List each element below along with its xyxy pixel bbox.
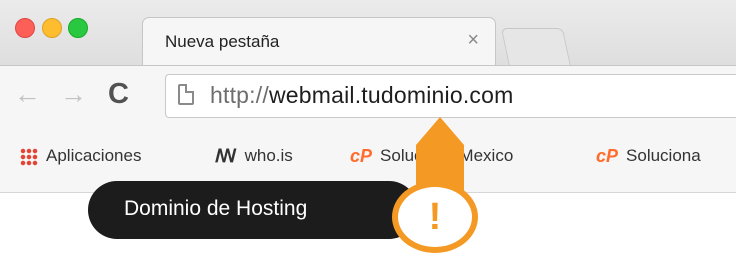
new-tab-button[interactable] [500,28,572,67]
callout-text: Dominio de Hosting [124,197,308,220]
address-bar[interactable]: http://webmail.tudominio.com [165,74,736,118]
reload-icon[interactable]: C [108,79,129,109]
tab-nueva-pestana[interactable]: Nueva pestaña × [142,17,496,66]
bookmark-label: Soluciona [626,146,701,165]
tab-title: Nueva pestaña [165,32,280,51]
alert-icon: ! [392,181,478,253]
tab-close-icon[interactable]: × [467,29,479,52]
forward-arrow-icon[interactable]: → [60,79,87,109]
bookmark-label: Aplicaciones [46,146,142,165]
bookmark-label: who.is [244,146,293,165]
back-arrow-icon[interactable]: ← [14,79,41,109]
cpanel-icon: cP [350,146,373,167]
address-url[interactable]: http://webmail.tudominio.com [210,82,513,109]
exclamation-icon: ! [428,195,442,238]
browser-toolbar: ← → C http://webmail.tudominio.com [0,65,736,126]
apps-grid-icon [20,147,38,166]
bookmark-whois[interactable]: ꟿ who.is [215,146,293,167]
whois-icon: ꟿ [215,146,237,167]
bookmark-soluciona[interactable]: cP Soluciona [596,146,701,167]
close-window-button[interactable] [15,18,35,38]
url-scheme: http:// [210,82,269,108]
callout-label: Dominio de Hosting [88,181,418,239]
window-titlebar: Nueva pestaña × [0,0,736,67]
zoom-window-button[interactable] [68,18,88,38]
bookmark-apps[interactable]: Aplicaciones [20,146,141,166]
cpanel-icon: cP [596,146,619,167]
url-host: webmail.tudominio.com [268,82,514,108]
page-icon [178,84,194,105]
minimize-window-button[interactable] [42,18,62,38]
